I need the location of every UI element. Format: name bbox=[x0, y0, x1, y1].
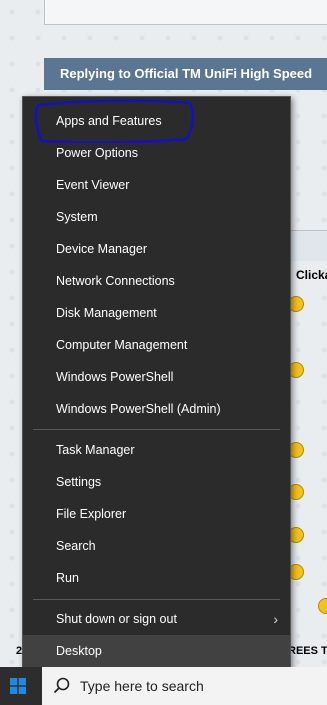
power-user-menu: Apps and Features Power Options Event Vi… bbox=[22, 96, 291, 670]
menu-item-shut-down[interactable]: Shut down or sign out › bbox=[23, 603, 290, 635]
menu-item-device-manager[interactable]: Device Manager bbox=[23, 233, 290, 265]
menu-item-event-viewer[interactable]: Event Viewer bbox=[23, 169, 290, 201]
menu-item-settings[interactable]: Settings bbox=[23, 466, 290, 498]
menu-item-search[interactable]: Search bbox=[23, 530, 290, 562]
menu-item-desktop[interactable]: Desktop bbox=[23, 635, 290, 667]
shut-down-label: Shut down or sign out bbox=[56, 612, 177, 626]
menu-item-system[interactable]: System bbox=[23, 201, 290, 233]
windows-logo-icon bbox=[10, 678, 26, 694]
search-icon bbox=[53, 677, 70, 694]
taskbar-search-box[interactable]: Type here to search bbox=[42, 667, 327, 705]
smiley-icon[interactable] bbox=[318, 598, 327, 614]
menu-item-apps-and-features[interactable]: Apps and Features bbox=[23, 105, 290, 137]
start-button[interactable] bbox=[0, 667, 42, 705]
reply-text-box[interactable] bbox=[44, 0, 327, 25]
search-placeholder: Type here to search bbox=[80, 678, 204, 694]
menu-item-windows-powershell[interactable]: Windows PowerShell bbox=[23, 361, 290, 393]
taskbar: Type here to search bbox=[0, 667, 327, 705]
menu-item-run[interactable]: Run bbox=[23, 562, 290, 594]
menu-item-windows-powershell-admin[interactable]: Windows PowerShell (Admin) bbox=[23, 393, 290, 425]
menu-separator bbox=[33, 429, 280, 430]
menu-item-computer-management[interactable]: Computer Management bbox=[23, 329, 290, 361]
chevron-right-icon: › bbox=[273, 611, 278, 627]
clickable-smilies-label: Clicka bbox=[296, 268, 327, 282]
menu-item-file-explorer[interactable]: File Explorer bbox=[23, 498, 290, 530]
menu-item-network-connections[interactable]: Network Connections bbox=[23, 265, 290, 297]
reply-header: Replying to Official TM UniFi High Speed bbox=[44, 58, 327, 90]
smilies-panel-header bbox=[290, 230, 327, 261]
menu-item-disk-management[interactable]: Disk Management bbox=[23, 297, 290, 329]
menu-item-power-options[interactable]: Power Options bbox=[23, 137, 290, 169]
menu-item-task-manager[interactable]: Task Manager bbox=[23, 434, 290, 466]
menu-separator bbox=[33, 599, 280, 600]
background-text: REES T bbox=[288, 645, 327, 657]
